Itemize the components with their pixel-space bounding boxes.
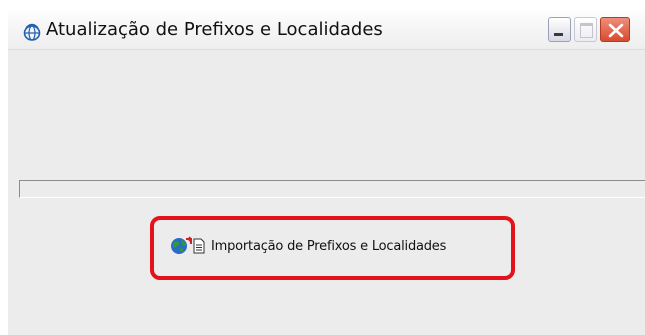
import-button-label: Importação de Prefixos e Localidades bbox=[211, 238, 447, 254]
minimize-button[interactable] bbox=[548, 17, 571, 42]
globe-icon bbox=[170, 236, 193, 256]
app-window: Atualização de Prefixos e Localidades Im… bbox=[0, 0, 645, 335]
import-prefixes-button[interactable]: Importação de Prefixos e Localidades bbox=[170, 233, 446, 259]
maximize-button[interactable] bbox=[574, 17, 597, 42]
close-icon bbox=[608, 23, 624, 38]
close-button[interactable] bbox=[600, 17, 630, 42]
document-icon bbox=[193, 238, 205, 254]
title-bar[interactable]: Atualização de Prefixos e Localidades bbox=[8, 8, 645, 50]
globe-app-icon bbox=[22, 22, 42, 42]
progress-bar bbox=[19, 180, 645, 198]
maximize-icon bbox=[580, 23, 593, 38]
minimize-icon bbox=[554, 33, 563, 36]
window-title: Atualização de Prefixos e Localidades bbox=[46, 19, 383, 40]
